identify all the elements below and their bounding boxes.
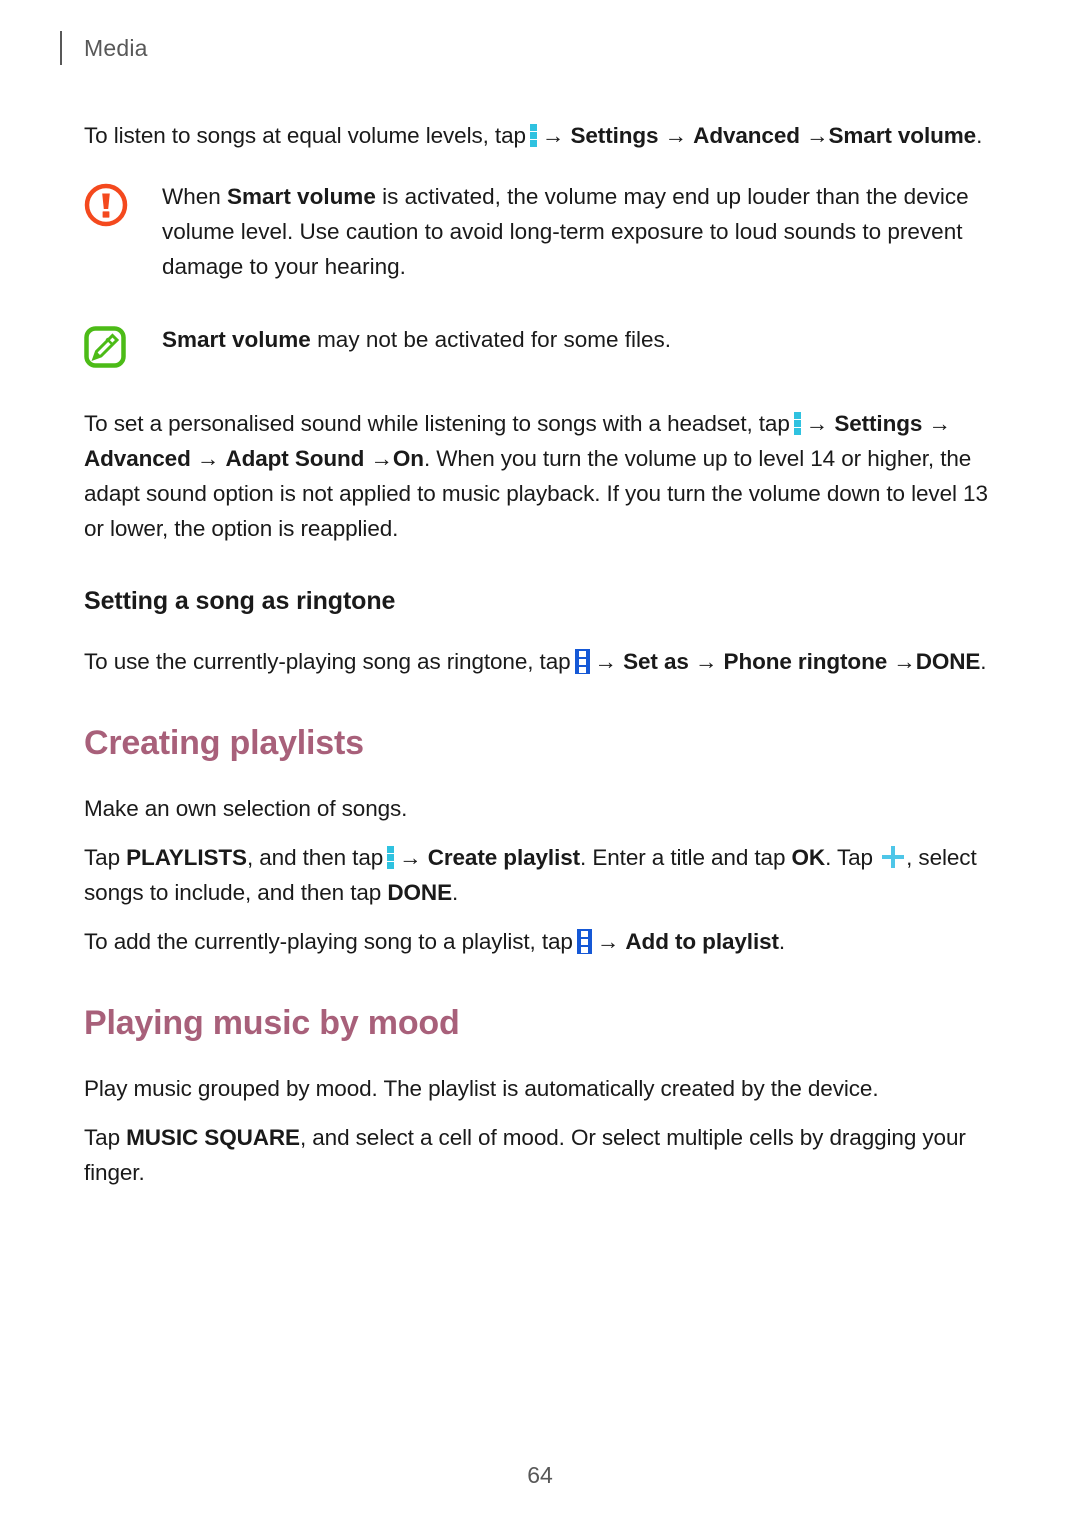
more-vertical-highlighted-icon[interactable] [576,929,592,954]
add-to-playlist-trailing: . [778,929,786,954]
smart-volume-intro-trailing: . [976,123,983,148]
bold-music-square: MUSIC SQUARE [126,1125,300,1150]
bold-done: DONE [387,880,452,905]
step-add-to-playlist: Add to playlist [625,929,779,954]
paragraph-mood-intro: Play music grouped by mood. The playlist… [84,1076,879,1101]
page-header: Media [60,30,148,66]
plus-icon[interactable] [882,846,905,868]
note-icon-wrap [84,322,162,368]
mood-lead: Tap [84,1125,127,1150]
arrow-glyph: → [805,411,829,436]
arrow-glyph: → [664,123,688,148]
arrow-glyph: → [806,123,829,148]
step-adapt-sound: Adapt Sound [225,446,365,471]
arrow-glyph: → [928,411,951,436]
paragraph-smart-volume-intro: To listen to songs at equal volume level… [84,118,996,153]
heading-setting-song-as-ringtone: Setting a song as ringtone [84,587,396,615]
paragraph-ringtone: To use the currently-playing song as rin… [84,644,996,679]
arrow-glyph: → [196,446,220,471]
step-set-as: Set as [623,649,689,674]
step-advanced: Advanced [693,123,800,148]
step-advanced: Advanced [84,446,191,471]
add-to-playlist-lead: To add the currently-playing song to a p… [84,929,573,954]
step-done: DONE [915,649,981,674]
arrow-glyph: → [399,845,422,870]
note-callout-body: Smart volume may not be activated for so… [162,322,996,357]
note-callout-text: Smart volume may not be activated for so… [162,322,996,357]
paragraph-playlists-steps: Tap PLAYLISTS, and then tap → Create play… [84,840,996,910]
paragraph-add-to-playlist: To add the currently-playing song to a p… [84,924,996,959]
playlists-mid-3: . Tap [825,845,880,870]
note-pencil-icon [84,326,126,368]
page-content: To listen to songs at equal volume level… [84,118,996,1190]
arrow-glyph: → [893,649,916,674]
warning-icon-wrap [84,179,162,227]
page-number: 64 [527,1462,553,1488]
adapt-sound-lead: To set a personalised sound while listen… [84,411,790,436]
paragraph-playlists-intro: Make an own selection of songs. [84,796,408,821]
chapter-label: Media [84,34,148,61]
step-smart-volume: Smart volume [828,123,977,148]
more-vertical-icon[interactable] [793,412,801,435]
step-phone-ringtone: Phone ringtone [723,649,888,674]
playlists-mid-1: , and then tap [246,845,384,870]
more-vertical-icon[interactable] [387,846,395,869]
note-part-1: may not be activated for some files. [310,327,671,352]
playlists-mid-2: . Enter a title and tap [580,845,792,870]
smart-volume-intro-lead: To listen to songs at equal volume level… [84,123,526,148]
bold-playlists: PLAYLISTS [126,845,247,870]
warning-callout: When Smart volume is activated, the volu… [84,179,996,284]
more-vertical-highlighted-icon[interactable] [574,649,590,674]
arrow-glyph: → [370,446,394,471]
note-callout: Smart volume may not be activated for so… [84,322,996,368]
arrow-glyph: → [596,929,620,954]
header-divider [60,31,62,65]
heading-creating-playlists: Creating playlists [84,724,364,762]
warning-part-1: When [162,184,228,209]
warning-bold-smart-volume: Smart volume [227,184,376,209]
arrow-glyph: → [541,123,565,148]
bold-ok: OK [791,845,826,870]
arrow-glyph: → [694,649,718,674]
warning-icon [84,183,128,227]
adapt-sound-trailing: . When you turn the volume up to level 1… [84,446,988,541]
playlists-lead: Tap [84,845,127,870]
heading-playing-music-by-mood: Playing music by mood [84,1004,460,1042]
more-vertical-icon[interactable] [529,124,537,147]
step-settings: Settings [570,123,659,148]
arrow-glyph: → [594,649,618,674]
paragraph-adapt-sound: To set a personalised sound while listen… [84,406,996,546]
step-settings: Settings [834,411,923,436]
note-bold-smart-volume: Smart volume [162,327,311,352]
bold-create-playlist: Create playlist [427,845,581,870]
warning-callout-body: When Smart volume is activated, the volu… [162,179,996,284]
warning-callout-text: When Smart volume is activated, the volu… [162,179,996,284]
paragraph-mood-steps: Tap MUSIC SQUARE, and select a cell of m… [84,1120,996,1190]
ringtone-lead: To use the currently-playing song as rin… [84,649,571,674]
playlists-trailing: . [451,880,459,905]
ringtone-trailing: . [980,649,987,674]
step-on: On [392,446,424,471]
